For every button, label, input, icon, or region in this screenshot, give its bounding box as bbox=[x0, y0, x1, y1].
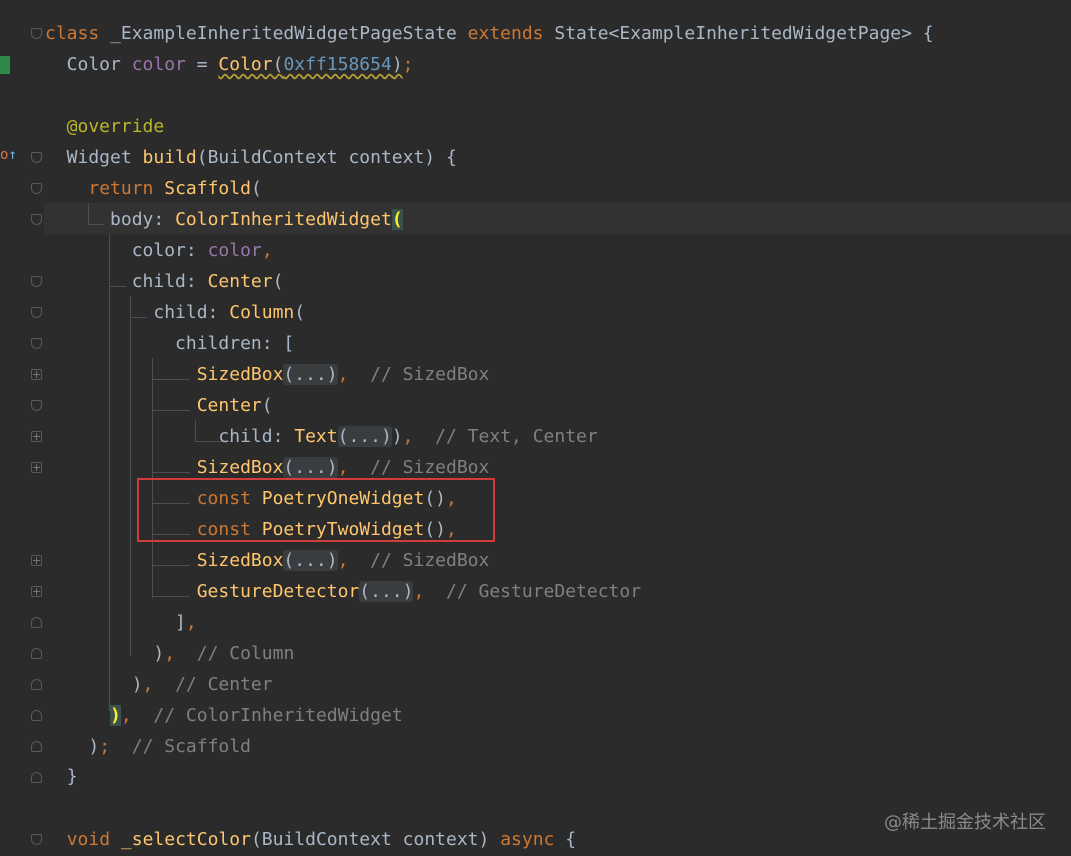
code-line-2[interactable]: Color color = Color(0xff158654); bbox=[45, 49, 414, 80]
code-line-23[interactable]: ), // ColorInheritedWidget bbox=[45, 700, 403, 731]
code-line-14[interactable]: child: Text(...)), // Text, Center bbox=[45, 421, 598, 452]
code-line-9[interactable]: child: Center( bbox=[45, 266, 284, 297]
fold-icon[interactable] bbox=[31, 400, 42, 411]
field-name: color bbox=[131, 54, 186, 75]
expand-fold-icon[interactable]: + bbox=[31, 586, 42, 597]
watermark: @稀土掘金技术社区 bbox=[884, 812, 1046, 833]
constructor-call: Color bbox=[218, 54, 273, 75]
matched-paren: ) bbox=[110, 705, 121, 726]
keyword: class bbox=[45, 23, 100, 44]
code-line-10[interactable]: child: Column( bbox=[45, 297, 305, 328]
fold-icon[interactable] bbox=[31, 834, 42, 845]
annotation: @override bbox=[45, 116, 165, 137]
code-line-13[interactable]: Center( bbox=[45, 390, 273, 421]
expand-fold-icon[interactable]: + bbox=[31, 369, 42, 380]
expand-fold-icon[interactable]: + bbox=[31, 462, 42, 473]
comment: // GestureDetector bbox=[446, 581, 642, 602]
code-line-5[interactable]: Widget build(BuildContext context) { bbox=[45, 142, 457, 173]
fold-end-icon[interactable] bbox=[31, 741, 42, 752]
comment: // ColorInheritedWidget bbox=[153, 705, 403, 726]
comment: // Column bbox=[196, 643, 295, 664]
fold-icon[interactable] bbox=[31, 307, 42, 318]
code-line-12[interactable]: SizedBox(...), // SizedBox bbox=[45, 359, 489, 390]
fold-end-icon[interactable] bbox=[31, 772, 42, 783]
vcs-change-marker bbox=[0, 56, 10, 74]
comment: // SizedBox bbox=[370, 364, 490, 385]
comment: // Scaffold bbox=[131, 736, 251, 757]
code-line-19[interactable]: GestureDetector(...), // GestureDetector bbox=[45, 576, 641, 607]
matched-paren: ( bbox=[391, 209, 403, 230]
code-line-18[interactable]: SizedBox(...), // SizedBox bbox=[45, 545, 489, 576]
code-line-25[interactable]: } bbox=[45, 761, 78, 792]
folded-code[interactable]: (...) bbox=[283, 457, 338, 478]
folded-code[interactable]: (...) bbox=[337, 426, 392, 447]
fold-end-icon[interactable] bbox=[31, 679, 42, 690]
keyword: extends bbox=[467, 23, 544, 44]
expand-fold-icon[interactable]: + bbox=[31, 431, 42, 442]
fold-icon[interactable] bbox=[31, 183, 42, 194]
override-method-icon[interactable]: o↑ bbox=[0, 147, 17, 163]
comment: // Text, Center bbox=[435, 426, 598, 447]
expand-fold-icon[interactable]: + bbox=[31, 555, 42, 566]
fold-icon[interactable] bbox=[31, 338, 42, 349]
editor-gutter bbox=[0, 0, 44, 856]
code-line-27[interactable]: void _selectColor(BuildContext context) … bbox=[45, 824, 576, 855]
folded-code[interactable]: (...) bbox=[283, 364, 338, 385]
code-line-6[interactable]: return Scaffold( bbox=[45, 173, 261, 204]
code-line-24[interactable]: ); // Scaffold bbox=[45, 731, 251, 762]
code-line-20[interactable]: ], bbox=[45, 607, 197, 638]
highlight-box bbox=[137, 478, 495, 542]
folded-code[interactable]: (...) bbox=[283, 550, 338, 571]
fold-end-icon[interactable] bbox=[31, 617, 42, 628]
fold-icon[interactable] bbox=[31, 276, 42, 287]
code-line-22[interactable]: ), // Center bbox=[45, 669, 273, 700]
fold-end-icon[interactable] bbox=[31, 710, 42, 721]
code-line-7[interactable]: body: ColorInheritedWidget( bbox=[45, 204, 403, 235]
comment: // SizedBox bbox=[370, 457, 490, 478]
comment: // Center bbox=[175, 674, 273, 695]
fold-end-icon[interactable] bbox=[31, 648, 42, 659]
code-line-1[interactable]: class _ExampleInheritedWidgetPageState e… bbox=[45, 18, 934, 49]
fold-icon[interactable] bbox=[31, 28, 42, 39]
code-editor[interactable]: o↑ + + + + + class _ExampleInheritedWidg… bbox=[0, 0, 1071, 856]
code-line-11[interactable]: children: [ bbox=[45, 328, 294, 359]
code-line-21[interactable]: ), // Column bbox=[45, 638, 294, 669]
code-line-8[interactable]: color: color, bbox=[45, 235, 273, 266]
number-literal: 0xff158654 bbox=[283, 54, 392, 75]
folded-code[interactable]: (...) bbox=[359, 581, 414, 602]
method-name: build bbox=[142, 147, 197, 168]
code-line-4[interactable]: @override bbox=[45, 111, 165, 142]
fold-icon[interactable] bbox=[31, 214, 42, 225]
fold-icon[interactable] bbox=[31, 152, 42, 163]
comment: // SizedBox bbox=[370, 550, 490, 571]
